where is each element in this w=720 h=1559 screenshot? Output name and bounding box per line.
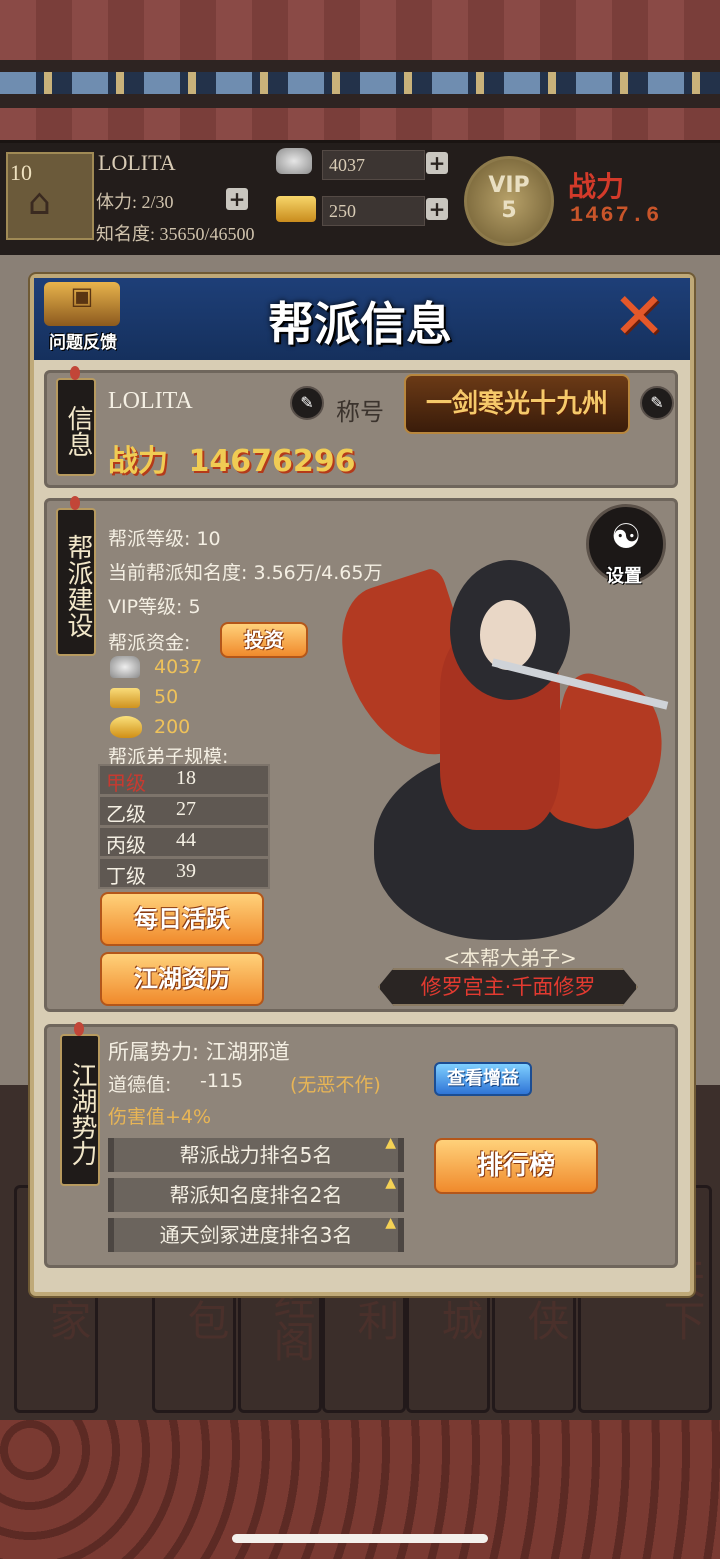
scale-row: 丙级 44 xyxy=(98,826,270,858)
funds-silver: 4037 xyxy=(154,656,203,678)
disciple-title: <本帮大弟子> xyxy=(443,946,577,970)
vip-level-text: VIP等级: 5 xyxy=(108,596,201,618)
edit-name-icon[interactable]: ✎ xyxy=(290,386,324,420)
gold-ingot-icon xyxy=(110,716,142,738)
add-gold-button[interactable]: + xyxy=(426,198,448,220)
rank-row: 通天剑冢进度排名3名 ▲ xyxy=(108,1215,404,1252)
power-label: 战力 xyxy=(108,444,168,479)
scale-row: 乙级 27 xyxy=(98,795,270,827)
close-button[interactable]: ✕ xyxy=(604,282,674,352)
player-name: LOLITA xyxy=(98,150,176,175)
add-stamina-button[interactable]: + xyxy=(226,188,248,210)
faction-affiliation: 所属势力: 江湖邪道 xyxy=(108,1040,290,1064)
up-arrow-icon: ▲ xyxy=(385,1215,396,1231)
up-arrow-icon: ▲ xyxy=(385,1175,396,1191)
funds-gold-ingot: 200 xyxy=(154,716,191,738)
invest-button[interactable]: 投资 xyxy=(220,622,308,658)
rank-row: 帮派知名度排名2名 ▲ xyxy=(108,1175,404,1212)
guild-level: 帮派等级: 10 xyxy=(108,528,221,550)
gold-bar-icon xyxy=(110,688,140,708)
hud-power-value: 1467.6 xyxy=(570,203,662,228)
rank-text: 帮派知名度排名2名 xyxy=(169,1183,343,1207)
daily-active-button[interactable]: 每日活跃 xyxy=(100,892,264,946)
feedback-button[interactable]: 问题反馈 xyxy=(40,328,126,353)
rank-text: 帮派战力排名5名 xyxy=(179,1143,333,1167)
guild-leader-name: LOLITA xyxy=(108,388,193,414)
vip-level: 5 xyxy=(501,198,517,223)
rank-text: 通天剑冢进度排名3名 xyxy=(159,1223,353,1247)
scale-count: 18 xyxy=(176,767,196,789)
up-arrow-icon: ▲ xyxy=(385,1135,396,1151)
stamina-text: 体力: 2/30 xyxy=(96,192,174,212)
morality-status: (无恶不作) xyxy=(290,1074,381,1096)
scale-grade: 甲级 xyxy=(106,773,146,795)
scale-count: 39 xyxy=(176,860,196,882)
funds-label: 帮派资金: xyxy=(108,632,191,654)
home-indicator[interactable] xyxy=(232,1534,488,1543)
title-badge: 一剑寒光十九州 xyxy=(404,374,630,434)
fame-text: 知名度: 35650/46500 xyxy=(96,224,255,244)
morality-value: -115 xyxy=(200,1070,244,1092)
scale-row: 丁级 39 xyxy=(98,857,270,889)
scale-count: 27 xyxy=(176,798,196,820)
house-icon: ⌂ xyxy=(28,182,51,223)
rank-row: 帮派战力排名5名 ▲ xyxy=(108,1135,404,1172)
roof-band xyxy=(0,60,720,108)
add-silver-button[interactable]: + xyxy=(426,152,448,174)
scale-grade: 丁级 xyxy=(106,866,146,888)
settings-button[interactable]: 设置 xyxy=(594,562,654,588)
view-bonus-button[interactable]: 查看增益 xyxy=(434,1062,532,1096)
leaderboard-button[interactable]: 排行榜 xyxy=(434,1138,598,1194)
scale-grade: 丙级 xyxy=(106,835,146,857)
damage-bonus: 伤害值+4% xyxy=(108,1106,212,1128)
power-display: 战力 14676296 xyxy=(108,436,355,480)
silver-icon xyxy=(276,148,312,174)
faction-tag: 江湖势力 xyxy=(60,1022,100,1186)
power-value: 14676296 xyxy=(188,444,356,479)
scale-row: 甲级 18 xyxy=(98,764,270,796)
vip-badge[interactable]: VIP 5 xyxy=(464,156,554,246)
funds-gold-bar: 50 xyxy=(154,686,179,708)
modal-title: 帮派信息 xyxy=(268,297,452,351)
silver-icon xyxy=(110,656,140,678)
gold-amount: 250 xyxy=(322,196,425,226)
jianghu-record-button[interactable]: 江湖资历 xyxy=(100,952,264,1006)
hud-power-label: 战力 xyxy=(568,172,625,203)
build-tag: 帮派建设 xyxy=(56,496,96,656)
scale-count: 44 xyxy=(176,829,196,851)
vip-label: VIP xyxy=(488,173,530,198)
edit-title-icon[interactable]: ✎ xyxy=(640,386,674,420)
disciple-name[interactable]: 修罗宫主·千面修罗 xyxy=(378,968,638,1006)
face xyxy=(480,600,536,670)
gold-icon xyxy=(276,196,316,222)
silver-amount: 4037 xyxy=(322,150,425,180)
treasure-chest-icon[interactable]: ▣ xyxy=(44,282,120,326)
scale-grade: 乙级 xyxy=(106,804,146,826)
morality-label: 道德值: xyxy=(108,1074,172,1096)
title-label: 称号 xyxy=(336,400,384,426)
info-tag: 信息 xyxy=(56,366,96,476)
